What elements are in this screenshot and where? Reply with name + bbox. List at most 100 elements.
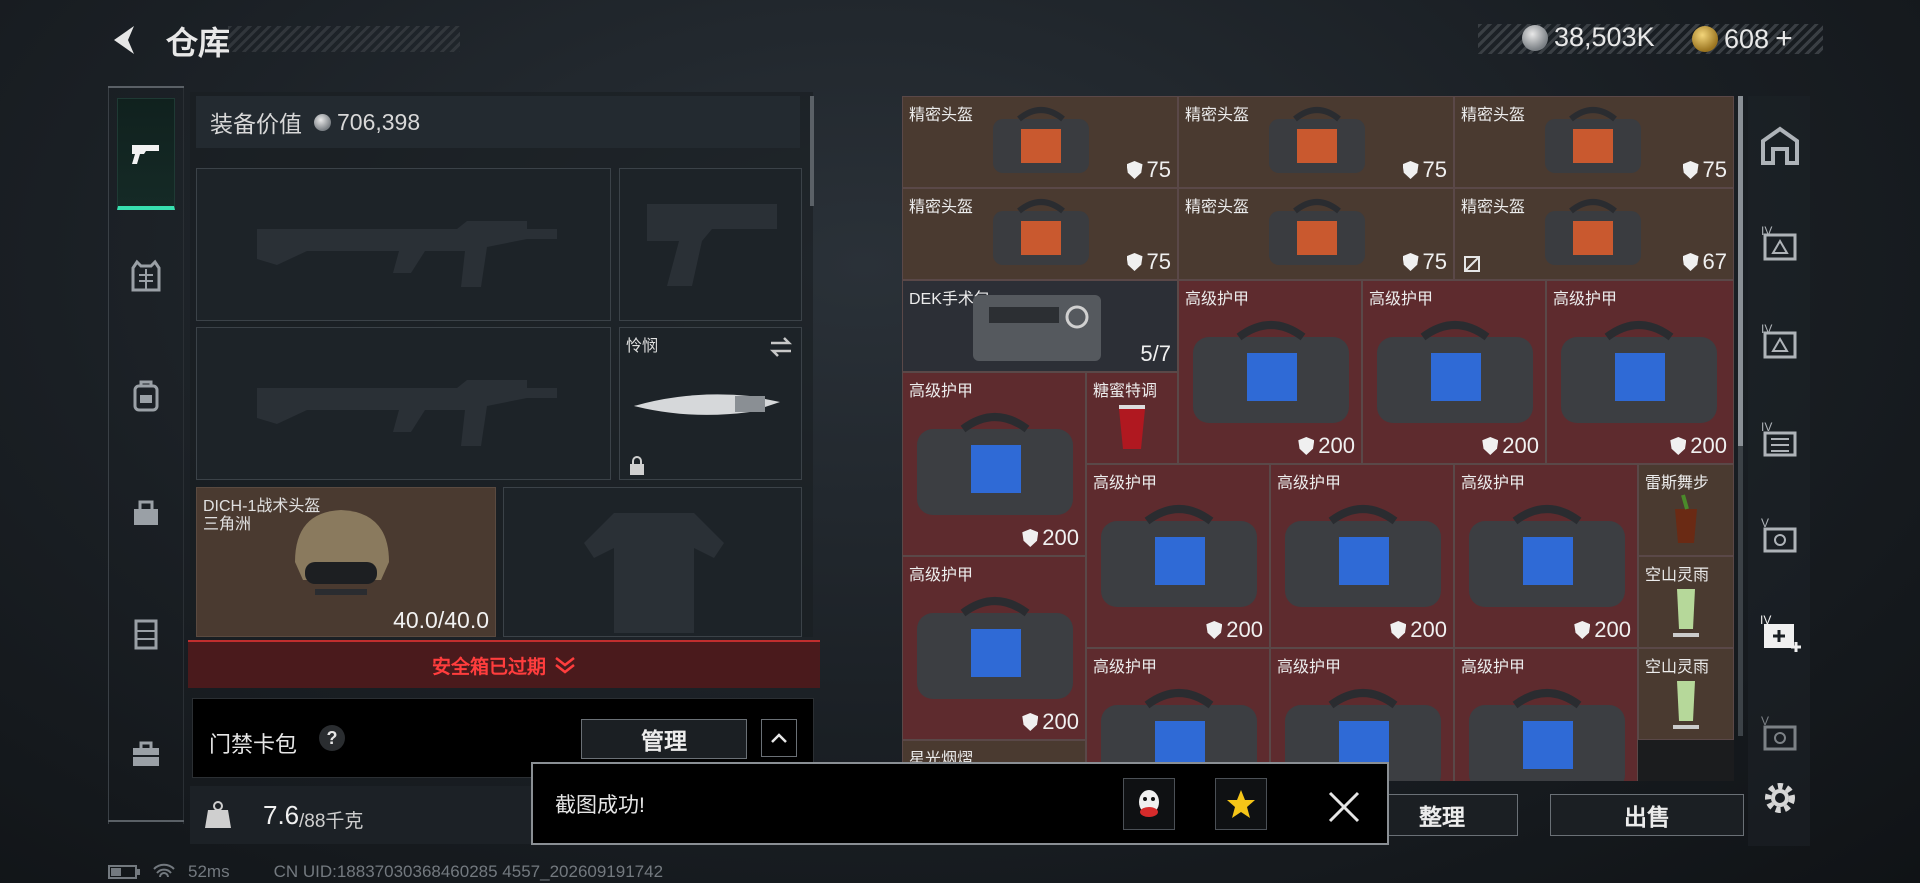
title-decoration [228, 26, 460, 52]
inventory-item-armor[interactable]: 高级护甲 200 [1178, 280, 1362, 464]
scroll-thumb[interactable] [1738, 96, 1743, 446]
medkit-icon [973, 295, 1101, 361]
sell-button[interactable]: 出售 [1550, 794, 1744, 836]
inventory-item-medkit[interactable]: DEK手术包 5/7 [902, 280, 1178, 372]
silver-currency: 38,503K [1522, 22, 1655, 53]
armor-bag-icon [913, 411, 1077, 524]
inventory-item-helmet[interactable]: 精密头盔 75 [1178, 188, 1454, 280]
nav-tier4-box-1[interactable]: IV [1752, 214, 1808, 270]
item-name: 高级护甲 [1093, 475, 1158, 492]
item-name: 高级护甲 [1277, 659, 1342, 676]
weight-icon [205, 801, 231, 828]
armor-bag-icon [1281, 503, 1445, 616]
item-durability: 200 [1042, 709, 1079, 734]
nav-briefcase[interactable] [117, 698, 175, 810]
inventory-item-helmet[interactable]: 精密头盔 75 [902, 188, 1178, 280]
armor-bag-icon [1557, 319, 1721, 432]
inventory-item-armor[interactable]: 高级护甲 200 [902, 556, 1086, 740]
screenshot-toast: 截图成功! [531, 762, 1389, 845]
item-durability: 200 [1042, 525, 1079, 550]
tier4-stack-icon: IV [1761, 420, 1797, 457]
back-arrow-icon[interactable] [108, 22, 144, 58]
inventory-item-armor[interactable]: 高级护甲 200 [902, 372, 1086, 556]
nav-backpack[interactable] [117, 340, 175, 452]
nav-add-box[interactable]: IV [1752, 604, 1808, 660]
pistol-slot[interactable] [619, 168, 802, 321]
item-durability: 75 [1422, 249, 1447, 274]
nav-locker[interactable] [117, 578, 175, 690]
item-name: 高级护甲 [1277, 475, 1342, 492]
inventory-item-drink[interactable]: 空山灵雨 [1638, 648, 1734, 740]
help-icon[interactable]: ? [319, 725, 345, 751]
melee-slot[interactable]: 怜悯 [619, 327, 802, 480]
green-drink-icon [1673, 589, 1699, 637]
item-name: 精密头盔 [1461, 107, 1526, 124]
add-currency-button[interactable]: + [1775, 22, 1793, 56]
nav-bag[interactable] [117, 456, 175, 568]
inventory-item-armor[interactable]: 高级护甲 200 [1270, 464, 1454, 648]
collapse-button[interactable] [761, 719, 797, 757]
inventory-item-armor[interactable]: 高级护甲 200 [1086, 464, 1270, 648]
item-name: 精密头盔 [1185, 199, 1250, 216]
nav-tier5-box-1[interactable]: V [1752, 506, 1808, 562]
inventory-item-armor[interactable]: 高级护甲 200 [1362, 280, 1546, 464]
helmet-slot[interactable]: DICH-1战术头盔 三角洲 40.0/40.0 [196, 487, 496, 637]
inventory-item-helmet[interactable]: 精密头盔 75 [1178, 96, 1454, 188]
primary-weapon-slot[interactable] [196, 168, 611, 321]
item-name: 高级护甲 [1461, 659, 1526, 676]
armor-bag-icon [1189, 319, 1353, 432]
secondary-weapon-slot[interactable] [196, 327, 611, 480]
equipment-scrollbar[interactable] [810, 96, 814, 206]
inventory-item-armor[interactable]: 高级护甲 [1454, 648, 1638, 781]
helmet-durability: 40.0/40.0 [393, 607, 489, 633]
inventory-item-drink[interactable]: 糖蜜特调 [1086, 372, 1178, 464]
inventory-scrollbar[interactable] [1738, 96, 1743, 736]
page-title: 仓库 [166, 25, 231, 61]
status-bar: 52ms CN UID:18837030368460285 4557_20260… [108, 862, 663, 882]
helmet-bag-icon [1541, 197, 1645, 274]
gold-amount: 608 [1724, 23, 1770, 54]
inventory-item-drink[interactable]: 雷斯舞步 [1638, 464, 1734, 556]
item-name: 精密头盔 [909, 107, 974, 124]
share-qzone-button[interactable] [1215, 778, 1267, 830]
nav-tier4-box-2[interactable]: IV [1752, 312, 1808, 368]
locker-icon [134, 619, 158, 650]
rifle-silhouette-icon [257, 221, 557, 287]
nav-home[interactable] [1752, 118, 1808, 174]
settings-button[interactable] [1752, 770, 1808, 826]
qq-icon [1139, 790, 1159, 817]
armor-slot[interactable] [503, 487, 802, 637]
armor-bag-icon [1373, 319, 1537, 432]
inventory-item-armor[interactable]: 高级护甲 200 [1454, 464, 1638, 648]
swap-icon[interactable] [769, 336, 793, 358]
manage-button[interactable]: 管理 [581, 719, 747, 759]
nav-bottom-line [108, 820, 184, 822]
share-qq-button[interactable] [1123, 778, 1175, 830]
helmet-subtitle: 三角洲 [203, 516, 252, 533]
armor-bag-icon [1097, 503, 1261, 616]
nav-tier4-stack[interactable]: IV [1752, 410, 1808, 466]
inventory-item-helmet[interactable]: 精密头盔 67 [1454, 188, 1734, 280]
inventory-item-drink[interactable]: 空山灵雨 [1638, 556, 1734, 648]
shield-icon [1126, 161, 1143, 179]
close-icon[interactable] [1327, 790, 1361, 824]
nav-tier5-box-2[interactable]: V [1752, 704, 1808, 760]
inventory-item-helmet[interactable]: 精密头盔 75 [902, 96, 1178, 188]
nav-weapons[interactable] [117, 98, 175, 210]
equipment-value-bar: 装备价值 706,398 [196, 96, 800, 148]
pistol-silhouette-icon [647, 204, 777, 286]
inventory-item-helmet[interactable]: 精密头盔 75 [1454, 96, 1734, 188]
lock-icon [630, 456, 644, 475]
pistol-icon [132, 144, 159, 164]
gold-currency[interactable]: 608 + [1692, 22, 1793, 56]
bag-icon [134, 500, 158, 525]
inventory-item-armor[interactable]: 高级护甲 200 [1546, 280, 1734, 464]
shield-icon [1022, 713, 1039, 731]
safe-box-expired-bar[interactable]: 安全箱已过期 [188, 640, 820, 688]
nav-vest[interactable] [117, 220, 175, 332]
add-box-icon: IV [1760, 613, 1801, 652]
rifle-silhouette-icon [257, 380, 557, 446]
item-durability: 75 [1702, 157, 1727, 182]
item-count: 5/7 [1140, 341, 1171, 366]
item-durability: 200 [1594, 617, 1631, 642]
